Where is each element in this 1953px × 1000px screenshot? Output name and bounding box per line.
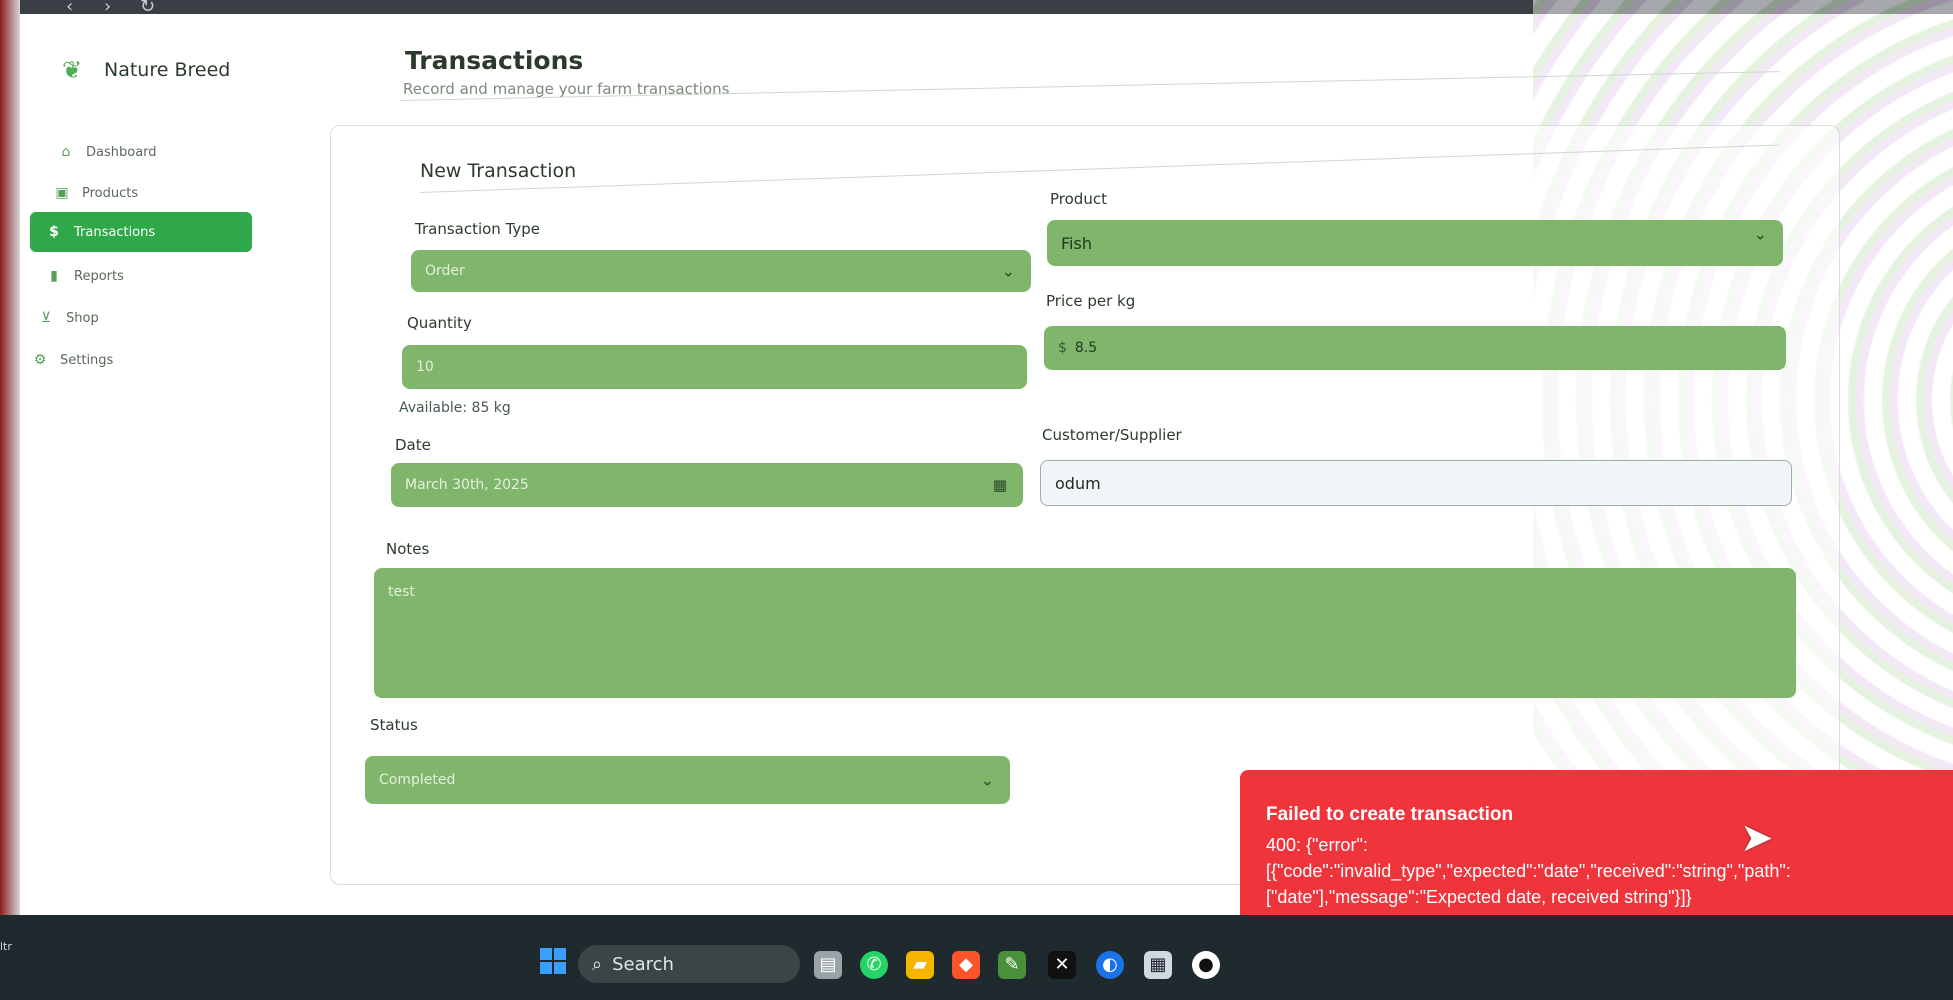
page-title: Transactions — [405, 46, 584, 75]
product-value: Fish — [1061, 233, 1092, 253]
toast-title: Failed to create transaction — [1266, 804, 1514, 825]
terminal-icon[interactable]: ✕ — [1048, 951, 1076, 979]
price-input[interactable]: $ 8.5 — [1044, 326, 1786, 370]
app-icon[interactable]: ● — [1192, 951, 1220, 979]
sidebar-item-transactions[interactable]: $ Transactions — [30, 212, 252, 252]
quantity-label: Quantity — [407, 314, 472, 332]
customer-label: Customer/Supplier — [1042, 426, 1182, 444]
mouse-cursor-icon: ➤ — [1740, 815, 1774, 861]
chevron-down-icon: ⌄ — [1001, 261, 1015, 281]
date-picker[interactable]: March 30th, 2025 ▦ — [391, 463, 1023, 507]
cart-icon: ⊻ — [40, 310, 52, 326]
brave-browser-icon[interactable]: ◆ — [952, 951, 980, 979]
date-label: Date — [395, 436, 431, 454]
status-value: Completed — [379, 772, 456, 788]
customer-input[interactable]: odum — [1040, 460, 1792, 506]
toast-line: [{"code":"invalid_type","expected":"date… — [1266, 861, 1791, 881]
file-explorer-icon[interactable]: ▰ — [906, 951, 934, 979]
sidebar-item-label: Products — [82, 185, 139, 201]
product-select[interactable]: Fish ⌄ — [1047, 220, 1783, 266]
screen-edge — [0, 0, 20, 920]
quantity-hint: Available: 85 kg — [399, 400, 511, 416]
whatsapp-icon[interactable]: ✆ — [860, 951, 888, 979]
taskbar-left-text: ltr — [0, 940, 12, 953]
chevron-down-icon: ⌄ — [980, 770, 994, 790]
search-label: Search — [612, 953, 674, 975]
sidebar-item-label: Dashboard — [86, 144, 157, 160]
brand[interactable]: ❦ Nature Breed — [62, 56, 230, 84]
date-value: March 30th, 2025 — [405, 477, 529, 493]
sidebar-item-products[interactable]: ▣ Products — [38, 175, 138, 211]
page-subtitle: Record and manage your farm transactions — [403, 80, 730, 98]
currency-symbol: $ — [1058, 340, 1067, 356]
notepad-icon[interactable]: ✎ — [998, 951, 1026, 979]
gear-icon: ⚙ — [33, 352, 47, 368]
search-icon: ⌕ — [592, 953, 603, 975]
sidebar-item-label: Transactions — [74, 224, 156, 240]
dollar-icon: $ — [49, 224, 59, 240]
taskbar-search[interactable]: ⌕ Search — [578, 945, 800, 983]
forward-icon[interactable]: › — [104, 0, 111, 17]
transaction-type-label: Transaction Type — [415, 220, 541, 238]
sidebar-item-reports[interactable]: ▮ Reports — [30, 258, 124, 294]
sidebar-item-settings[interactable]: ⚙ Settings — [16, 342, 114, 378]
quantity-input[interactable]: 10 — [402, 345, 1027, 389]
price-value: 8.5 — [1074, 340, 1098, 356]
box-icon: ▣ — [55, 185, 69, 201]
task-view-icon[interactable]: ▤ — [814, 951, 842, 979]
reload-icon[interactable]: ↻ — [140, 0, 155, 17]
transaction-type-select[interactable]: Order ⌄ — [411, 250, 1031, 292]
taskbar: ⌕ Search ▤ ✆ ▰ ◆ ✎ ✕ ◐ ▦ ● — [0, 915, 1953, 1000]
card-title: New Transaction — [420, 160, 577, 182]
price-label: Price per kg — [1046, 292, 1136, 310]
toast-line: 400: {"error": — [1266, 835, 1368, 855]
status-label: Status — [370, 716, 418, 734]
notes-textarea[interactable]: test — [374, 568, 1796, 698]
sidebar-item-label: Shop — [66, 310, 99, 326]
toast-line: ["date"],"message":"Expected date, recei… — [1266, 887, 1692, 907]
windows-start-icon[interactable] — [540, 948, 566, 974]
notes-value: test — [388, 584, 415, 600]
sidebar-item-shop[interactable]: ⊻ Shop — [22, 300, 99, 336]
product-label: Product — [1050, 190, 1107, 208]
calendar-icon[interactable]: ▦ — [993, 476, 1007, 494]
brand-name: Nature Breed — [104, 59, 231, 81]
toast-message: 400: {"error": [{"code":"invalid_type","… — [1266, 832, 1927, 910]
quantity-value: 10 — [416, 359, 434, 375]
notes-label: Notes — [386, 540, 430, 558]
back-icon[interactable]: ‹ — [66, 0, 73, 17]
sidebar-item-label: Settings — [60, 352, 114, 368]
status-select[interactable]: Completed ⌄ — [365, 756, 1010, 804]
sidebar-item-dashboard[interactable]: ⌂ Dashboard — [42, 134, 157, 170]
home-icon: ⌂ — [61, 144, 71, 160]
chevron-down-icon: ⌄ — [1753, 224, 1767, 244]
edge-browser-icon[interactable]: ◐ — [1096, 951, 1124, 979]
customer-value: odum — [1055, 473, 1101, 493]
wheat-leaf-icon: ❦ — [62, 56, 83, 84]
sidebar-item-label: Reports — [74, 268, 124, 284]
bar-chart-icon: ▮ — [50, 268, 58, 284]
snipping-tool-icon[interactable]: ▦ — [1144, 951, 1172, 979]
transaction-type-value: Order — [425, 263, 465, 279]
